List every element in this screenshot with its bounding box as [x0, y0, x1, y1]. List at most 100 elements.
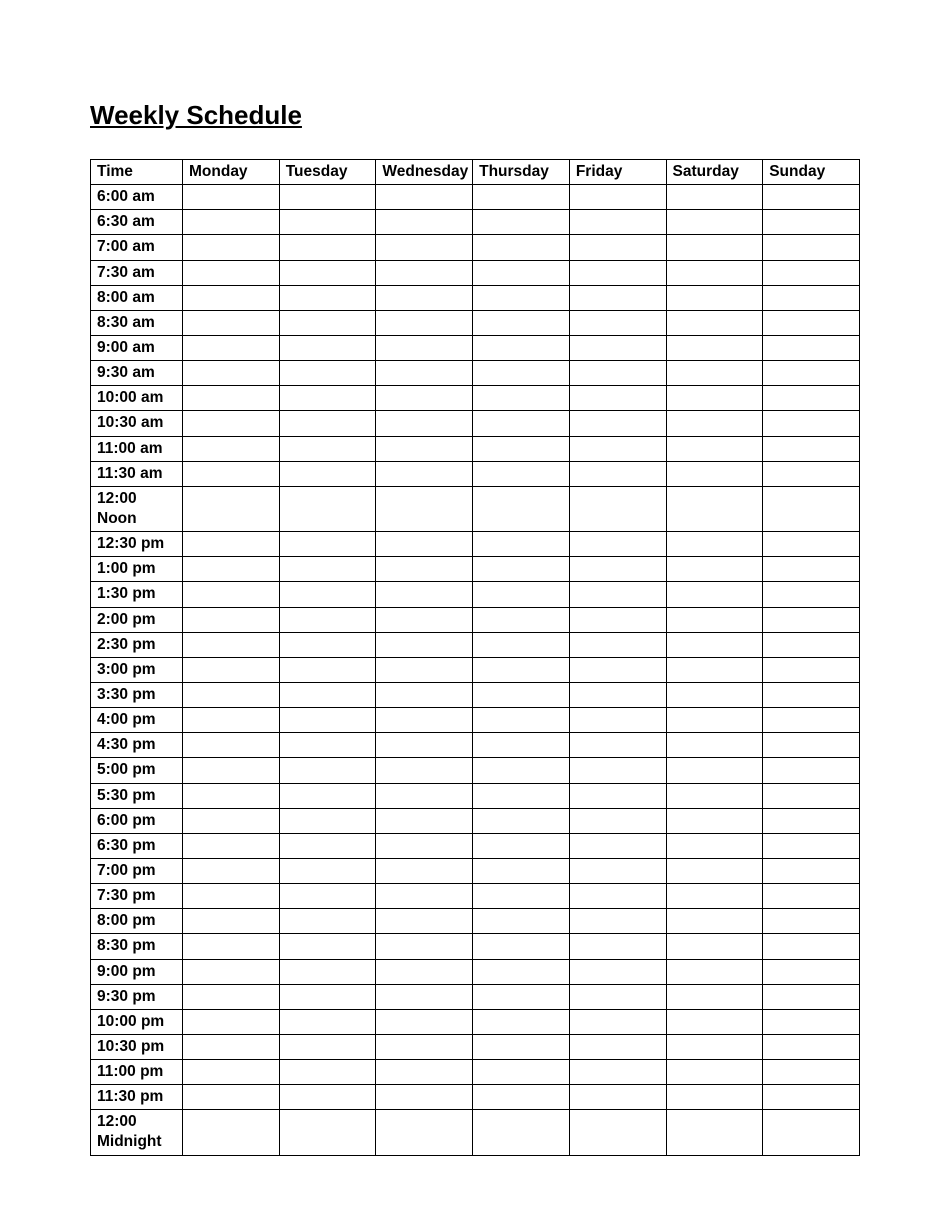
table-row: 6:30 pm [91, 833, 860, 858]
table-row: 10:30 am [91, 411, 860, 436]
slot-cell [569, 657, 666, 682]
slot-cell [279, 557, 376, 582]
time-cell: 6:00 pm [91, 808, 183, 833]
slot-cell [279, 532, 376, 557]
slot-cell [183, 461, 280, 486]
slot-cell [666, 235, 763, 260]
header-time: Time [91, 160, 183, 185]
slot-cell [666, 386, 763, 411]
time-cell: 5:00 pm [91, 758, 183, 783]
header-friday: Friday [569, 160, 666, 185]
slot-cell [183, 833, 280, 858]
slot-cell [279, 984, 376, 1009]
slot-cell [279, 858, 376, 883]
slot-cell [569, 335, 666, 360]
slot-cell [763, 1034, 860, 1059]
time-cell: 6:00 am [91, 185, 183, 210]
slot-cell [279, 758, 376, 783]
slot-cell [473, 285, 570, 310]
slot-cell [376, 260, 473, 285]
slot-cell [376, 557, 473, 582]
slot-cell [666, 858, 763, 883]
slot-cell [473, 984, 570, 1009]
slot-cell [183, 1009, 280, 1034]
table-row: 6:00 am [91, 185, 860, 210]
slot-cell [569, 285, 666, 310]
slot-cell [473, 808, 570, 833]
time-cell: 10:30 pm [91, 1034, 183, 1059]
time-cell: 5:30 pm [91, 783, 183, 808]
slot-cell [376, 582, 473, 607]
slot-cell [473, 909, 570, 934]
slot-cell [473, 1060, 570, 1085]
slot-cell [183, 185, 280, 210]
time-cell: 6:30 pm [91, 833, 183, 858]
slot-cell [666, 758, 763, 783]
slot-cell [763, 833, 860, 858]
slot-cell [569, 607, 666, 632]
slot-cell [183, 260, 280, 285]
slot-cell [473, 657, 570, 682]
slot-cell [569, 632, 666, 657]
slot-cell [666, 783, 763, 808]
slot-cell [473, 632, 570, 657]
slot-cell [279, 1060, 376, 1085]
slot-cell [569, 1085, 666, 1110]
slot-cell [376, 235, 473, 260]
slot-cell [473, 386, 570, 411]
slot-cell [279, 335, 376, 360]
slot-cell [183, 532, 280, 557]
slot-cell [763, 682, 860, 707]
slot-cell [183, 557, 280, 582]
slot-cell [376, 1034, 473, 1059]
table-row: 9:00 am [91, 335, 860, 360]
time-cell: 6:30 am [91, 210, 183, 235]
table-row: 4:00 pm [91, 708, 860, 733]
table-row: 12:00 Midnight [91, 1110, 860, 1155]
slot-cell [569, 1009, 666, 1034]
time-cell: 2:30 pm [91, 632, 183, 657]
slot-cell [569, 361, 666, 386]
slot-cell [183, 285, 280, 310]
slot-cell [666, 657, 763, 682]
slot-cell [279, 657, 376, 682]
slot-cell [376, 532, 473, 557]
slot-cell [376, 858, 473, 883]
slot-cell [279, 959, 376, 984]
slot-cell [473, 858, 570, 883]
slot-cell [473, 682, 570, 707]
table-row: 5:30 pm [91, 783, 860, 808]
slot-cell [666, 1085, 763, 1110]
table-row: 7:00 pm [91, 858, 860, 883]
slot-cell [473, 1009, 570, 1034]
slot-cell [666, 632, 763, 657]
table-row: 11:00 am [91, 436, 860, 461]
slot-cell [569, 758, 666, 783]
slot-cell [183, 411, 280, 436]
slot-cell [569, 934, 666, 959]
slot-cell [763, 335, 860, 360]
slot-cell [473, 1085, 570, 1110]
time-cell: 8:00 pm [91, 909, 183, 934]
slot-cell [473, 260, 570, 285]
page-title: Weekly Schedule [90, 100, 860, 131]
slot-cell [666, 185, 763, 210]
header-sunday: Sunday [763, 160, 860, 185]
slot-cell [473, 833, 570, 858]
slot-cell [473, 582, 570, 607]
time-cell: 8:30 am [91, 310, 183, 335]
slot-cell [569, 185, 666, 210]
header-wednesday: Wednesday [376, 160, 473, 185]
slot-cell [279, 260, 376, 285]
time-cell: 10:00 pm [91, 1009, 183, 1034]
slot-cell [763, 210, 860, 235]
slot-cell [183, 361, 280, 386]
slot-cell [183, 909, 280, 934]
time-cell: 3:30 pm [91, 682, 183, 707]
slot-cell [666, 557, 763, 582]
table-row: 6:00 pm [91, 808, 860, 833]
slot-cell [183, 607, 280, 632]
slot-cell [666, 1009, 763, 1034]
slot-cell [763, 361, 860, 386]
slot-cell [183, 733, 280, 758]
